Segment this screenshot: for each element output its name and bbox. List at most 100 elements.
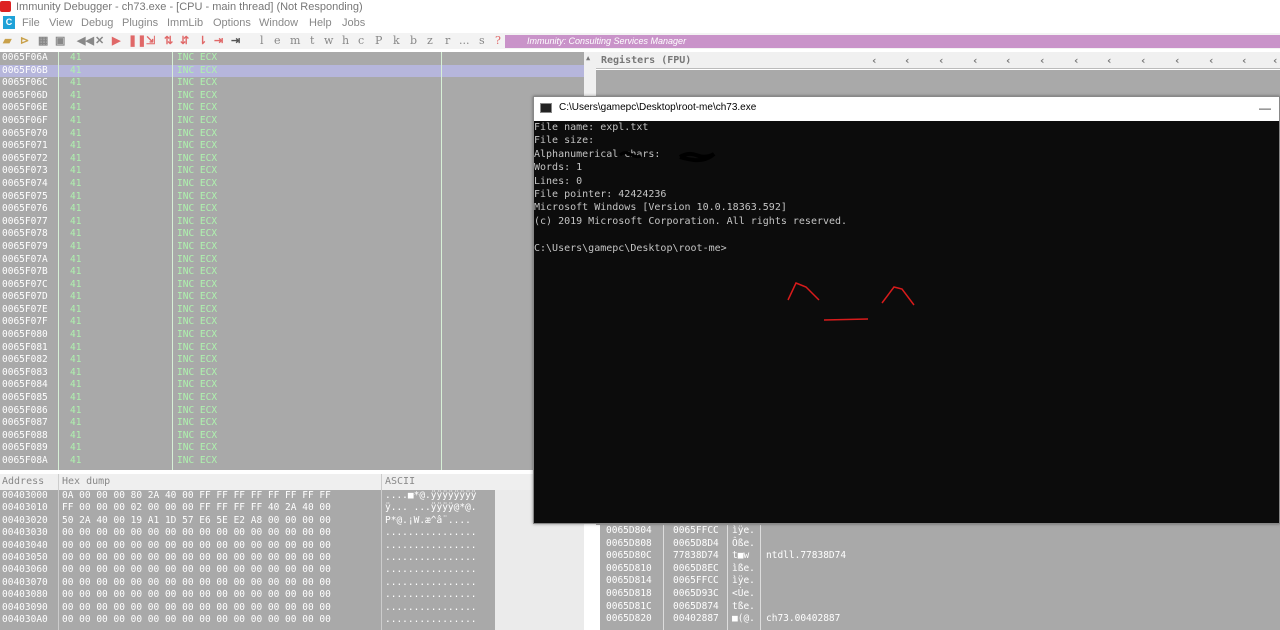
chevron-left-icon[interactable]: ‹ [1241,52,1248,69]
chevron-left-icon[interactable]: ‹ [1208,52,1215,69]
chevron-left-icon[interactable]: ‹ [938,52,945,69]
dump-row[interactable]: 00403070 00 00 00 00 00 00 00 00 00 00 00… [0,577,495,589]
toolbar-handles-button[interactable]: h [342,34,349,47]
stack-row[interactable]: 0065D814 0065FFCC ìÿe. [600,575,1280,588]
run-icon[interactable]: ▶ [112,34,120,48]
chevron-left-icon[interactable]: ‹ [972,52,979,69]
disasm-row[interactable]: 0065F072 41 INC ECX [0,153,584,166]
disasm-row[interactable]: 0065F06C 41 INC ECX [0,77,584,90]
disasm-row[interactable]: 0065F06B 41 INC ECX [0,64,584,78]
toolbar-call-stack-button[interactable]: k [393,34,400,47]
chevron-left-icon[interactable]: ‹ [1039,52,1046,69]
chevron-left-icon[interactable]: ‹ [1073,52,1080,69]
toolbar-z-button[interactable]: z [427,34,433,47]
toolbar-references-button[interactable]: r [445,34,450,47]
disasm-row[interactable]: 0065F07E 41 INC ECX [0,304,584,317]
disasm-row[interactable]: 0065F08A 41 INC ECX [0,455,584,468]
stack-row[interactable]: 0065D80C 77838D74 t■w ntdll.77838D74 [600,550,1280,563]
chevron-left-icon[interactable]: ‹ [904,52,911,69]
stack-row[interactable]: 0065D804 0065FFCC ìÿe. [600,525,1280,538]
menu-options[interactable]: Options [213,17,251,29]
toolbar-threads-button[interactable]: t [310,34,314,47]
menu-window[interactable]: Window [259,17,298,29]
cpu-window-button[interactable]: C [3,16,15,29]
disasm-row[interactable]: 0065F085 41 INC ECX [0,392,584,405]
step-over-icon[interactable]: ⇅ [164,34,173,48]
disasm-row[interactable]: 0065F082 41 INC ECX [0,354,584,367]
dump-row[interactable]: 00403020 50 2A 40 00 19 A1 1D 57 E6 5E E2… [0,515,495,527]
chevron-left-icon[interactable]: ‹ [1106,52,1113,69]
rewind-icon[interactable]: ◀◀ [77,34,94,48]
dump-col-ascii[interactable]: ASCII [385,474,415,490]
dump-row[interactable]: 00403010 FF 00 00 00 02 00 00 00 FF FF FF… [0,502,495,514]
disasm-row[interactable]: 0065F06D 41 INC ECX [0,90,584,103]
chevron-left-icon[interactable]: ‹ [871,52,878,69]
stack-row[interactable]: 0065D820 00402887 ■(@. ch73.00402887 [600,613,1280,626]
disasm-row[interactable]: 0065F070 41 INC ECX [0,128,584,141]
disasm-row[interactable]: 0065F075 41 INC ECX [0,191,584,204]
dump-col-address[interactable]: Address [2,474,44,490]
dump-row[interactable]: 00403000 0A 00 00 00 80 2A 40 00 FF FF FF… [0,490,495,502]
dump-col-hex[interactable]: Hex dump [62,474,110,490]
toolbar-source-button[interactable]: s [479,34,485,47]
toolbar-cpu-button[interactable]: c [358,34,364,47]
toolbar-memory-map-button[interactable]: m [290,34,300,47]
grid-icon[interactable]: ▦ [38,34,48,48]
dump-row[interactable]: 00403060 00 00 00 00 00 00 00 00 00 00 00… [0,564,495,576]
toolbar-log-button[interactable]: l [260,34,264,47]
trace-into-icon[interactable]: ⇵ [180,34,189,48]
disassembly-pane[interactable]: 0065F06A 41 INC ECX 0065F06B 41 INC ECX 0065F0… [0,52,584,470]
menu-file[interactable]: File [22,17,40,29]
stack-row[interactable]: 0065D818 0065D93C <Ùe. [600,588,1280,601]
open-icon[interactable]: ▰ [3,34,11,48]
goto-icon[interactable]: ⇥ [231,34,240,48]
toolbar-breakpoints-button[interactable]: b [410,34,417,47]
disasm-row[interactable]: 0065F06F 41 INC ECX [0,115,584,128]
console-window[interactable]: C:\Users\gamepc\Desktop\root-me\ch73.exe… [533,96,1280,524]
menu-view[interactable]: View [49,17,73,29]
stack-row[interactable]: 0065D808 0065D8D4 Ôße. [600,538,1280,551]
disasm-row[interactable]: 0065F087 41 INC ECX [0,417,584,430]
disasm-row[interactable]: 0065F077 41 INC ECX [0,216,584,229]
image-icon[interactable]: ▣ [55,34,65,48]
disasm-row[interactable]: 0065F06E 41 INC ECX [0,102,584,115]
dump-row[interactable]: 004030A0 00 00 00 00 00 00 00 00 00 00 00… [0,614,495,626]
menu-debug[interactable]: Debug [81,17,113,29]
disasm-row[interactable]: 0065F084 41 INC ECX [0,379,584,392]
toolbar-patches-button[interactable]: P [375,34,382,47]
stack-pane[interactable]: 0065D804 0065FFCC ìÿe. 0065D808 0065D8D4 Ôße.… [600,525,1280,630]
disasm-row[interactable]: 0065F073 41 INC ECX [0,165,584,178]
toolbar-windows-button[interactable]: w [324,34,333,47]
hex-dump-pane[interactable]: Address Hex dump ASCII 00403000 0A 00 00 … [0,474,584,630]
scroll-up-icon[interactable]: ▲ [586,54,590,62]
dump-row[interactable]: 00403050 00 00 00 00 00 00 00 00 00 00 00… [0,552,495,564]
attach-icon[interactable]: ⊳ [20,34,29,48]
chevron-left-icon[interactable]: ‹ [1140,52,1147,69]
dump-row[interactable]: 00403030 00 00 00 00 00 00 00 00 00 00 00… [0,527,495,539]
dump-row[interactable]: 00403080 00 00 00 00 00 00 00 00 00 00 00… [0,589,495,601]
disasm-row[interactable]: 0065F089 41 INC ECX [0,442,584,455]
disasm-row[interactable]: 0065F079 41 INC ECX [0,241,584,254]
toolbar-executable-modules-button[interactable]: e [274,34,281,47]
dump-row[interactable]: 00403040 00 00 00 00 00 00 00 00 00 00 00… [0,540,495,552]
menu-immlib[interactable]: ImmLib [167,17,203,29]
step-into-icon[interactable]: ⇲ [146,34,155,48]
stack-row[interactable]: 0065D810 0065D8EC ìße. [600,563,1280,576]
disasm-row[interactable]: 0065F080 41 INC ECX [0,329,584,342]
menu-help[interactable]: Help [309,17,332,29]
help-icon[interactable]: ? [495,34,501,47]
menu-plugins[interactable]: Plugins [122,17,158,29]
disasm-row[interactable]: 0065F074 41 INC ECX [0,178,584,191]
disasm-row[interactable]: 0065F088 41 INC ECX [0,430,584,443]
dump-row[interactable]: 00403090 00 00 00 00 00 00 00 00 00 00 00… [0,602,495,614]
execute-till-return-icon[interactable]: ⇥ [214,34,223,48]
disasm-row[interactable]: 0065F076 41 INC ECX [0,203,584,216]
disasm-row[interactable]: 0065F07F 41 INC ECX [0,316,584,329]
disasm-row[interactable]: 0065F06A 41 INC ECX [0,52,584,65]
disasm-row[interactable]: 0065F083 41 INC ECX [0,367,584,380]
menu-jobs[interactable]: Jobs [342,17,365,29]
toolbar-run-trace-button[interactable]: ... [459,34,470,47]
chevron-left-icon[interactable]: ‹ [1005,52,1012,69]
consulting-services-strip[interactable]: Immunity: Consulting Services Manager [505,35,1280,48]
disasm-row[interactable]: 0065F081 41 INC ECX [0,342,584,355]
